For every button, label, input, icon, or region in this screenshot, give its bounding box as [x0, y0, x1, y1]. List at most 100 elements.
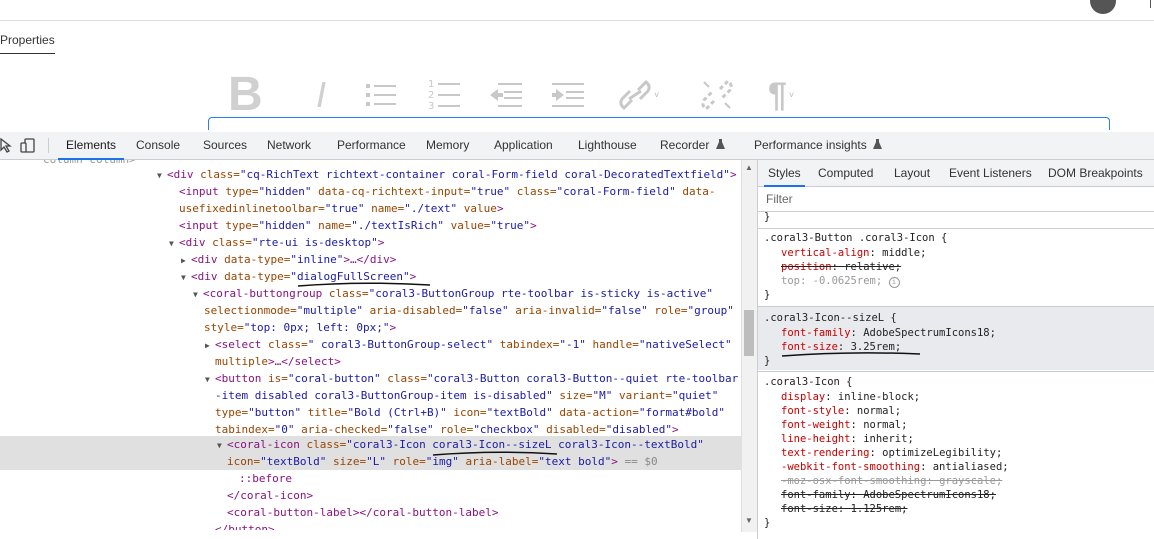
paragraph-icon: ¶ [768, 75, 787, 114]
style-declaration[interactable]: font-weight: normal; [781, 418, 907, 432]
rule-separator [758, 371, 1154, 372]
outdent-button[interactable] [490, 72, 552, 118]
tab-performance-insights[interactable]: Performance insights [754, 132, 883, 159]
style-declaration-overridden[interactable]: position: relative; [781, 260, 901, 274]
dom-node-rte-ui[interactable]: ▼ <div class="rte-ui is-desktop"> [169, 234, 384, 251]
dom-line[interactable]: icon="textBold" size="L" role="img" aria… [227, 453, 658, 470]
tab-recorder[interactable]: Recorder [660, 132, 725, 159]
styles-filter-input[interactable]: Filter [758, 187, 1154, 212]
dom-node-button[interactable]: ▼ <button is="coral-button" class="coral3… [205, 370, 738, 387]
dom-line[interactable]: -item disabled coral3-ButtonGroup-item i… [215, 387, 718, 404]
rule-close-brace: } [764, 355, 771, 367]
dom-node-button-label[interactable]: <coral-button-label></coral-button-label… [227, 504, 499, 521]
tab-elements[interactable]: Elements [57, 132, 125, 160]
collapse-triangle-icon[interactable]: ▼ [157, 167, 167, 184]
style-declaration-overridden[interactable]: font-family: AdobeSpectrumIcons18; [781, 488, 996, 502]
info-icon[interactable]: i [888, 277, 900, 288]
expand-triangle-icon[interactable]: ▶ [181, 252, 191, 269]
collapse-triangle-icon[interactable]: ▼ [169, 235, 179, 252]
style-declaration[interactable]: font-family: AdobeSpectrumIcons18; [781, 326, 996, 340]
expand-triangle-icon[interactable]: ▶ [205, 337, 215, 354]
tab-memory[interactable]: Memory [426, 132, 469, 159]
collapse-triangle-icon[interactable]: ▼ [205, 371, 215, 388]
tab-network[interactable]: Network [267, 132, 311, 159]
rule-close-brace: } [764, 289, 771, 301]
header-divider [1150, 0, 1151, 8]
rule-selector[interactable]: .coral3-Button .coral3-Icon { [764, 231, 947, 245]
unlink-button[interactable] [700, 72, 768, 118]
tab-dom-breakpoints[interactable]: DOM Breakpoints [1048, 160, 1143, 186]
filter-placeholder: Filter [766, 192, 793, 206]
tab-application[interactable]: Application [494, 132, 553, 159]
dom-node-input-text[interactable]: <input type="hidden" data-cq-richtext-in… [179, 183, 716, 200]
list-digit-3: 3 [428, 101, 434, 112]
dom-node-buttongroup[interactable]: ▼ <coral-buttongroup class="coral3-Button… [193, 285, 713, 302]
rule-selector[interactable]: .coral3-Icon--sizeL { [764, 311, 897, 325]
device-toolbar-icon[interactable] [20, 138, 36, 153]
indent-button[interactable] [552, 72, 618, 118]
style-declaration-inactive[interactable]: top: -0.0625rem; i [781, 274, 900, 288]
list-digit-2: 2 [428, 90, 434, 101]
elements-dom-tree[interactable]: column column> ▼<div class="cq-RichText … [0, 160, 741, 530]
tab-layout[interactable]: Layout [894, 160, 930, 186]
dom-node-richtext-div[interactable]: ▼ <div class="cq-RichText richtext-contai… [157, 166, 737, 183]
style-declaration[interactable]: -webkit-font-smoothing: antialiased; [781, 460, 1009, 474]
dom-node-select[interactable]: ▶ <select class=" coral3-ButtonGroup-sele… [205, 336, 732, 353]
tab-computed[interactable]: Computed [818, 160, 873, 186]
tab-console[interactable]: Console [136, 132, 180, 159]
dom-node-dialogfullscreen[interactable]: ▼ <div data-type="dialogFullScreen"> [181, 268, 416, 285]
dom-node-inline[interactable]: ▶ <div data-type="inline">…</div> [181, 251, 396, 268]
devtools-tab-bar: Elements Console Sources Network Perform… [0, 132, 1154, 160]
style-declaration-overridden[interactable]: -moz-osx-font-smoothing: grayscale; [781, 474, 1002, 488]
dom-line[interactable]: selectionmode="multiple" aria-disabled="… [204, 302, 734, 319]
scroll-down-icon[interactable]: ▼ [745, 516, 753, 525]
dom-closing-tag[interactable]: </coral-icon> [227, 487, 313, 504]
flask-icon [715, 139, 725, 149]
scrollbar-thumb[interactable] [744, 310, 754, 356]
collapse-triangle-icon[interactable]: ▼ [181, 269, 191, 286]
dom-line[interactable]: type="button" title="Bold (Ctrl+B)" icon… [215, 404, 725, 421]
bold-button[interactable]: B [228, 71, 286, 119]
bulleted-list-button[interactable] [366, 72, 428, 118]
rich-text-editor-field[interactable] [208, 117, 1110, 130]
collapse-triangle-icon[interactable]: ▼ [217, 437, 227, 454]
dom-line[interactable]: multiple>…</select> [215, 353, 341, 370]
dom-closing-tag[interactable]: </button> [215, 521, 275, 530]
properties-tab[interactable]: Properties [0, 33, 55, 54]
dom-node-input-isrich[interactable]: <input type="hidden" name="./textIsRich"… [179, 217, 537, 234]
italic-icon: I [316, 74, 327, 115]
dom-line[interactable]: style="top: 0px; left: 0px;"> [204, 319, 396, 336]
rule-selector[interactable]: .coral3-Icon { [764, 375, 853, 389]
page-header-strip [0, 0, 1154, 21]
scroll-up-icon[interactable]: ▲ [745, 163, 753, 172]
outdent-icon [490, 83, 522, 107]
collapse-triangle-icon[interactable]: ▼ [193, 286, 203, 303]
paragraph-button[interactable]: ¶ ˅ [768, 72, 828, 118]
link-icon [619, 80, 651, 110]
link-dropdown-caret[interactable]: ˅ [654, 90, 659, 100]
dom-line[interactable]: usefixedinlinetoolbar="true" name="./tex… [179, 200, 504, 217]
inspect-element-icon[interactable] [0, 138, 12, 153]
link-button[interactable]: ˅ [618, 72, 700, 118]
style-declaration[interactable]: vertical-align: middle; [781, 246, 926, 260]
tab-event-listeners[interactable]: Event Listeners [949, 160, 1032, 186]
sidebar-tab-bar: Styles Computed Layout Event Listeners D… [758, 160, 1154, 187]
italic-button[interactable]: I [316, 72, 366, 118]
paragraph-dropdown-caret[interactable]: ˅ [789, 90, 794, 100]
list-digit-1: 1 [428, 79, 434, 90]
elements-scrollbar[interactable]: ▲ ▼ [741, 160, 758, 532]
style-declaration[interactable]: line-height: inherit; [781, 432, 914, 446]
tab-sources[interactable]: Sources [203, 132, 247, 159]
style-declaration[interactable]: display: inline-block; [781, 390, 920, 404]
tab-lighthouse[interactable]: Lighthouse [578, 132, 637, 159]
tab-styles[interactable]: Styles [764, 160, 805, 187]
dom-pseudo-before[interactable]: ::before [239, 470, 292, 487]
numbered-list-button[interactable]: 1 2 3 [428, 72, 490, 118]
style-declaration-font-size[interactable]: font-size: 3.25rem; [781, 340, 901, 354]
style-declaration[interactable]: font-style: normal; [781, 404, 901, 418]
dom-node-coral-icon[interactable]: ▼ <coral-icon class="coral3-Icon coral3-I… [217, 436, 704, 453]
rich-text-toolbar: B I 1 2 3 ˅ ¶ ˅ [228, 71, 828, 119]
style-declaration-overridden[interactable]: font-size: 1.125rem; [781, 502, 907, 516]
tab-performance[interactable]: Performance [337, 132, 406, 159]
style-declaration[interactable]: text-rendering: optimizeLegibility; [781, 446, 1002, 460]
